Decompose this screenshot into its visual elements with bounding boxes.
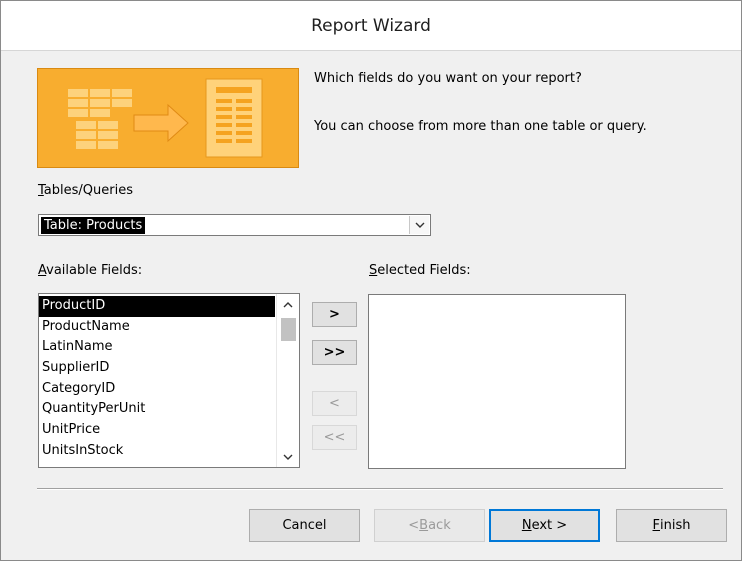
- chevron-down-icon: [415, 222, 424, 228]
- list-item[interactable]: QuantityPerUnit: [39, 399, 299, 420]
- tables-queries-selected-value: Table: Products: [41, 217, 146, 234]
- next-button[interactable]: Next >: [489, 509, 600, 542]
- next-access-key: N: [521, 518, 532, 533]
- intro-line-1: Which fields do you want on your report?: [314, 71, 582, 86]
- list-item[interactable]: LatinName: [39, 337, 299, 358]
- tables-queries-label-text: ables/Queries: [43, 183, 133, 198]
- scroll-up-button[interactable]: [277, 294, 299, 314]
- back-button[interactable]: < Back: [374, 509, 485, 542]
- remove-field-button[interactable]: <: [312, 391, 357, 416]
- list-item[interactable]: CategoryID: [39, 379, 299, 400]
- available-fields-scrollbar[interactable]: [276, 294, 299, 467]
- intro-line-2: You can choose from more than one table …: [314, 119, 647, 134]
- selected-fields-label: Selected Fields:: [369, 263, 471, 278]
- tables-queries-label: Tables/Queries: [38, 183, 133, 198]
- footer-separator: [37, 488, 723, 490]
- back-label: ack: [428, 518, 451, 533]
- wizard-banner-image: [37, 68, 299, 168]
- selected-fields-label-text: elected Fields:: [377, 263, 471, 278]
- available-fields-label: Available Fields:: [38, 263, 142, 278]
- window-title: Report Wizard: [311, 16, 431, 36]
- list-item[interactable]: UnitPrice: [39, 420, 299, 441]
- next-label: ext >: [531, 518, 568, 533]
- selected-fields-list[interactable]: [368, 294, 626, 469]
- finish-button[interactable]: Finish: [616, 509, 727, 542]
- add-all-fields-button[interactable]: >>: [312, 340, 357, 365]
- finish-access-key: F: [652, 518, 660, 533]
- add-field-button[interactable]: >: [312, 302, 357, 327]
- chevron-up-icon: [283, 301, 293, 307]
- back-access-key: B: [419, 518, 429, 533]
- cancel-button[interactable]: Cancel: [249, 509, 360, 542]
- remove-all-fields-button[interactable]: <<: [312, 425, 357, 450]
- chevron-down-icon: [283, 454, 293, 460]
- available-fields-items: ProductID ProductName LatinName SupplierID C…: [39, 294, 299, 462]
- list-item[interactable]: ProductName: [39, 317, 299, 338]
- scrollbar-thumb[interactable]: [281, 318, 296, 341]
- available-fields-label-text: vailable Fields:: [46, 263, 143, 278]
- finish-label: inish: [660, 518, 691, 533]
- list-item[interactable]: ProductID: [39, 296, 275, 317]
- tables-queries-dropdown[interactable]: Table: Products: [38, 214, 431, 236]
- dropdown-button[interactable]: [409, 216, 429, 234]
- title-bar: Report Wizard: [1, 1, 741, 51]
- report-wizard-dialog: Report Wizard Which fields do you want o…: [0, 0, 742, 561]
- back-prefix: <: [408, 518, 420, 533]
- available-fields-access-key: A: [38, 263, 47, 278]
- list-item[interactable]: SupplierID: [39, 358, 299, 379]
- list-item[interactable]: UnitsInStock: [39, 441, 299, 462]
- wizard-graphic: [38, 69, 298, 167]
- available-fields-list[interactable]: ProductID ProductName LatinName SupplierID C…: [38, 293, 300, 468]
- scroll-down-button[interactable]: [277, 447, 299, 467]
